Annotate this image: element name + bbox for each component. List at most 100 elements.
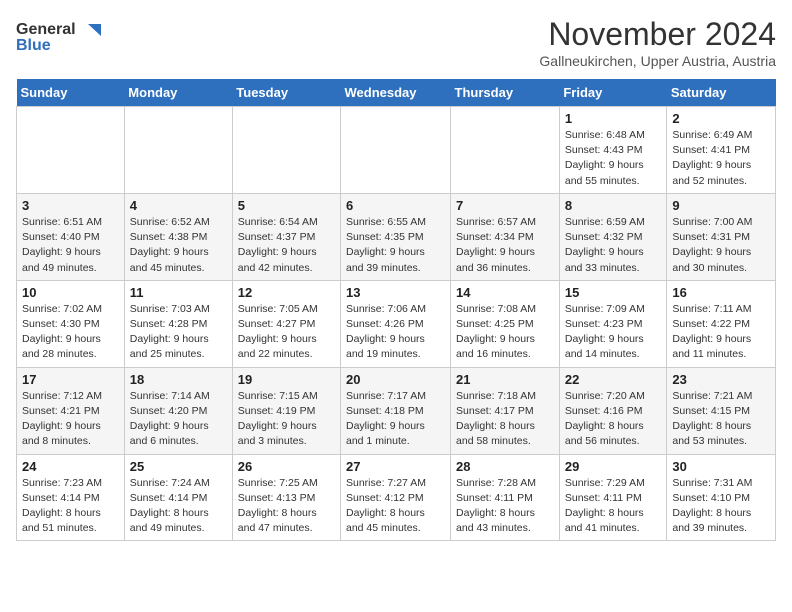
day-info: Sunrise: 6:59 AM Sunset: 4:32 PM Dayligh… bbox=[565, 215, 662, 276]
calendar-cell: 21Sunrise: 7:18 AM Sunset: 4:17 PM Dayli… bbox=[451, 367, 560, 454]
day-number: 8 bbox=[565, 198, 662, 213]
day-number: 21 bbox=[456, 372, 554, 387]
day-info: Sunrise: 7:02 AM Sunset: 4:30 PM Dayligh… bbox=[22, 302, 119, 363]
day-info: Sunrise: 7:25 AM Sunset: 4:13 PM Dayligh… bbox=[238, 476, 335, 537]
calendar-cell: 23 Sunrise: 7:21 AM Sunset: 4:15 PM Dayli… bbox=[667, 367, 776, 454]
calendar-week-row: 1 Sunrise: 6:48 AM Sunset: 4:43 PM Daylig… bbox=[17, 107, 776, 194]
day-number: 10 bbox=[22, 285, 119, 300]
calendar-week-row: 10 Sunrise: 7:02 AM Sunset: 4:30 PM Dayli… bbox=[17, 280, 776, 367]
day-number: 11 bbox=[130, 285, 227, 300]
day-info: Sunrise: 6:57 AM Sunset: 4:34 PM Dayligh… bbox=[456, 215, 554, 276]
day-number: 5 bbox=[238, 198, 335, 213]
weekday-header-row: SundayMondayTuesdayWednesdayThursdayFrid… bbox=[17, 79, 776, 107]
day-number: 20 bbox=[346, 372, 445, 387]
day-number: 26 bbox=[238, 459, 335, 474]
day-number: 12 bbox=[238, 285, 335, 300]
weekday-header-tuesday: Tuesday bbox=[232, 79, 340, 107]
day-number: 29 bbox=[565, 459, 662, 474]
day-info: Sunrise: 6:48 AM Sunset: 4:43 PM Dayligh… bbox=[565, 128, 662, 189]
calendar-header: SundayMondayTuesdayWednesdayThursdayFrid… bbox=[17, 79, 776, 107]
calendar-table: SundayMondayTuesdayWednesdayThursdayFrid… bbox=[16, 79, 776, 541]
day-info: Sunrise: 7:17 AM Sunset: 4:18 PM Dayligh… bbox=[346, 389, 445, 450]
calendar-week-row: 17 Sunrise: 7:12 AM Sunset: 4:21 PM Dayli… bbox=[17, 367, 776, 454]
day-number: 7 bbox=[456, 198, 554, 213]
calendar-cell bbox=[232, 107, 340, 194]
calendar-cell: 26 Sunrise: 7:25 AM Sunset: 4:13 PM Dayli… bbox=[232, 454, 340, 541]
day-info: Sunrise: 7:00 AM Sunset: 4:31 PM Dayligh… bbox=[672, 215, 770, 276]
calendar-cell: 11 Sunrise: 7:03 AM Sunset: 4:28 PM Dayli… bbox=[124, 280, 232, 367]
day-info: Sunrise: 6:49 AM Sunset: 4:41 PM Dayligh… bbox=[672, 128, 770, 189]
calendar-cell: 18 Sunrise: 7:14 AM Sunset: 4:20 PM Dayli… bbox=[124, 367, 232, 454]
weekday-header-sunday: Sunday bbox=[17, 79, 125, 107]
calendar-cell: 8 Sunrise: 6:59 AM Sunset: 4:32 PM Daylig… bbox=[559, 193, 667, 280]
day-info: Sunrise: 7:27 AM Sunset: 4:12 PM Dayligh… bbox=[346, 476, 445, 537]
calendar-body: 1 Sunrise: 6:48 AM Sunset: 4:43 PM Daylig… bbox=[17, 107, 776, 541]
day-number: 1 bbox=[565, 111, 662, 126]
calendar-cell: 25 Sunrise: 7:24 AM Sunset: 4:14 PM Dayli… bbox=[124, 454, 232, 541]
day-number: 18 bbox=[130, 372, 227, 387]
day-info: Sunrise: 7:14 AM Sunset: 4:20 PM Dayligh… bbox=[130, 389, 227, 450]
day-info: Sunrise: 7:23 AM Sunset: 4:14 PM Dayligh… bbox=[22, 476, 119, 537]
calendar-cell: 20 Sunrise: 7:17 AM Sunset: 4:18 PM Dayli… bbox=[341, 367, 451, 454]
calendar-cell: 16 Sunrise: 7:11 AM Sunset: 4:22 PM Dayli… bbox=[667, 280, 776, 367]
day-info: Sunrise: 6:52 AM Sunset: 4:38 PM Dayligh… bbox=[130, 215, 227, 276]
day-info: Sunrise: 7:15 AM Sunset: 4:19 PM Dayligh… bbox=[238, 389, 335, 450]
calendar-cell bbox=[17, 107, 125, 194]
calendar-cell: 19 Sunrise: 7:15 AM Sunset: 4:19 PM Dayli… bbox=[232, 367, 340, 454]
calendar-cell: 3Sunrise: 6:51 AM Sunset: 4:40 PM Daylig… bbox=[17, 193, 125, 280]
calendar-cell: 22Sunrise: 7:20 AM Sunset: 4:16 PM Dayli… bbox=[559, 367, 667, 454]
day-info: Sunrise: 6:54 AM Sunset: 4:37 PM Dayligh… bbox=[238, 215, 335, 276]
day-info: Sunrise: 7:03 AM Sunset: 4:28 PM Dayligh… bbox=[130, 302, 227, 363]
calendar-cell: 1 Sunrise: 6:48 AM Sunset: 4:43 PM Daylig… bbox=[559, 107, 667, 194]
day-info: Sunrise: 7:08 AM Sunset: 4:25 PM Dayligh… bbox=[456, 302, 554, 363]
calendar-cell: 28Sunrise: 7:28 AM Sunset: 4:11 PM Dayli… bbox=[451, 454, 560, 541]
day-info: Sunrise: 6:55 AM Sunset: 4:35 PM Dayligh… bbox=[346, 215, 445, 276]
day-number: 15 bbox=[565, 285, 662, 300]
day-info: Sunrise: 7:06 AM Sunset: 4:26 PM Dayligh… bbox=[346, 302, 445, 363]
day-info: Sunrise: 6:51 AM Sunset: 4:40 PM Dayligh… bbox=[22, 215, 119, 276]
day-number: 27 bbox=[346, 459, 445, 474]
calendar-cell: 15 Sunrise: 7:09 AM Sunset: 4:23 PM Dayli… bbox=[559, 280, 667, 367]
day-info: Sunrise: 7:12 AM Sunset: 4:21 PM Dayligh… bbox=[22, 389, 119, 450]
day-number: 13 bbox=[346, 285, 445, 300]
day-info: Sunrise: 7:09 AM Sunset: 4:23 PM Dayligh… bbox=[565, 302, 662, 363]
svg-text:Blue: Blue bbox=[16, 37, 51, 54]
calendar-week-row: 3Sunrise: 6:51 AM Sunset: 4:40 PM Daylig… bbox=[17, 193, 776, 280]
day-number: 6 bbox=[346, 198, 445, 213]
logo: General Blue bbox=[16, 16, 106, 54]
calendar-cell: 29 Sunrise: 7:29 AM Sunset: 4:11 PM Dayli… bbox=[559, 454, 667, 541]
calendar-cell: 7 Sunrise: 6:57 AM Sunset: 4:34 PM Daylig… bbox=[451, 193, 560, 280]
day-number: 9 bbox=[672, 198, 770, 213]
calendar-cell bbox=[124, 107, 232, 194]
day-number: 14 bbox=[456, 285, 554, 300]
calendar-cell: 4 Sunrise: 6:52 AM Sunset: 4:38 PM Daylig… bbox=[124, 193, 232, 280]
day-info: Sunrise: 7:28 AM Sunset: 4:11 PM Dayligh… bbox=[456, 476, 554, 537]
calendar-cell bbox=[341, 107, 451, 194]
day-info: Sunrise: 7:29 AM Sunset: 4:11 PM Dayligh… bbox=[565, 476, 662, 537]
svg-text:General: General bbox=[16, 21, 76, 38]
day-info: Sunrise: 7:05 AM Sunset: 4:27 PM Dayligh… bbox=[238, 302, 335, 363]
day-info: Sunrise: 7:31 AM Sunset: 4:10 PM Dayligh… bbox=[672, 476, 770, 537]
day-number: 24 bbox=[22, 459, 119, 474]
title-block: November 2024 Gallneukirchen, Upper Aust… bbox=[539, 16, 776, 69]
day-info: Sunrise: 7:11 AM Sunset: 4:22 PM Dayligh… bbox=[672, 302, 770, 363]
calendar-cell: 17 Sunrise: 7:12 AM Sunset: 4:21 PM Dayli… bbox=[17, 367, 125, 454]
day-number: 30 bbox=[672, 459, 770, 474]
month-title: November 2024 bbox=[539, 16, 776, 53]
day-number: 17 bbox=[22, 372, 119, 387]
weekday-header-wednesday: Wednesday bbox=[341, 79, 451, 107]
calendar-cell: 12 Sunrise: 7:05 AM Sunset: 4:27 PM Dayli… bbox=[232, 280, 340, 367]
day-number: 4 bbox=[130, 198, 227, 213]
calendar-cell: 14 Sunrise: 7:08 AM Sunset: 4:25 PM Dayli… bbox=[451, 280, 560, 367]
calendar-cell: 10 Sunrise: 7:02 AM Sunset: 4:30 PM Dayli… bbox=[17, 280, 125, 367]
day-info: Sunrise: 7:21 AM Sunset: 4:15 PM Dayligh… bbox=[672, 389, 770, 450]
day-number: 22 bbox=[565, 372, 662, 387]
weekday-header-friday: Friday bbox=[559, 79, 667, 107]
day-info: Sunrise: 7:24 AM Sunset: 4:14 PM Dayligh… bbox=[130, 476, 227, 537]
calendar-cell: 24 Sunrise: 7:23 AM Sunset: 4:14 PM Dayli… bbox=[17, 454, 125, 541]
day-number: 23 bbox=[672, 372, 770, 387]
day-number: 25 bbox=[130, 459, 227, 474]
day-number: 19 bbox=[238, 372, 335, 387]
day-number: 16 bbox=[672, 285, 770, 300]
calendar-cell: 30 Sunrise: 7:31 AM Sunset: 4:10 PM Dayli… bbox=[667, 454, 776, 541]
